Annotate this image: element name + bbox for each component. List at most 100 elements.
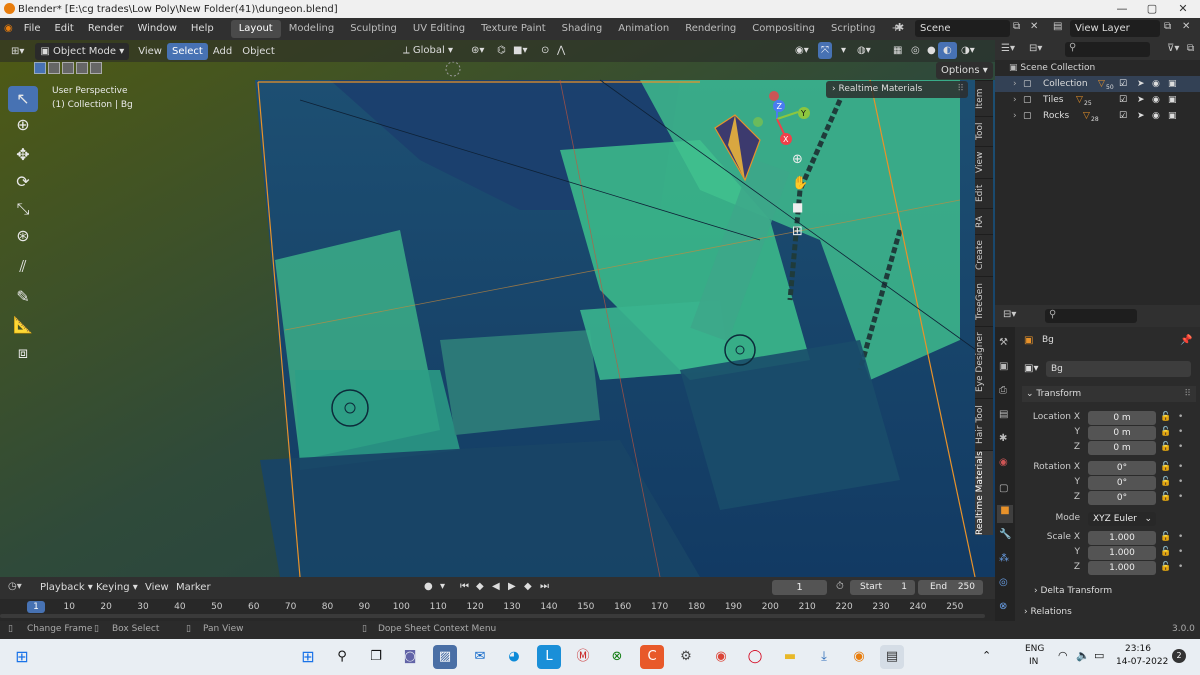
tab-ra[interactable]: RA bbox=[975, 208, 993, 234]
keyframe-dot-icon[interactable]: • bbox=[1178, 477, 1183, 487]
outliner-search-input[interactable]: ⚲ bbox=[1065, 42, 1150, 57]
app-c-icon[interactable]: C bbox=[640, 645, 664, 669]
volume-icon[interactable]: 🔈 bbox=[1076, 649, 1090, 662]
clock-time[interactable]: 23:16 bbox=[1125, 644, 1151, 654]
pan-hand-icon[interactable]: ✋ bbox=[792, 176, 808, 191]
task-view-icon[interactable]: ❐ bbox=[364, 645, 388, 669]
select-new-icon[interactable] bbox=[34, 62, 46, 74]
object-mode-dropdown[interactable]: ▣ Object Mode ▾ bbox=[35, 42, 130, 60]
start-frame-field[interactable]: Start 1 bbox=[850, 580, 915, 595]
active-app-icon[interactable]: ▤ bbox=[880, 645, 904, 669]
play-reverse-icon[interactable]: ◀ bbox=[492, 581, 500, 592]
settings-gear-icon[interactable]: ⚙ bbox=[674, 645, 698, 669]
object-tab-icon[interactable]: ■ bbox=[997, 505, 1013, 523]
end-frame-field[interactable]: End 250 bbox=[918, 580, 983, 595]
menu-object[interactable]: Object bbox=[237, 43, 280, 60]
overlay-toggle-icon[interactable]: ◍▾ bbox=[852, 42, 876, 59]
tab-shading[interactable]: Shading bbox=[554, 20, 611, 38]
start-menu-icon[interactable]: ⊞ bbox=[296, 645, 320, 669]
keyframe-dot-icon[interactable]: • bbox=[1178, 492, 1183, 502]
navigation-gizmo[interactable]: Z Y X bbox=[750, 88, 810, 148]
lock-icon[interactable]: 🔓 bbox=[1160, 442, 1171, 452]
delta-transform-section[interactable]: › Delta Transform bbox=[1034, 586, 1112, 596]
snap-target-icon[interactable]: ■▾ bbox=[508, 42, 532, 59]
scene-collection-row[interactable]: ▣ Scene Collection bbox=[995, 60, 1200, 76]
perspective-grid-icon[interactable]: ⊞ bbox=[792, 224, 803, 239]
lock-icon[interactable]: 🔓 bbox=[1160, 412, 1171, 422]
keyframe-dot-icon[interactable]: • bbox=[1178, 412, 1183, 422]
language-indicator[interactable]: ENG bbox=[1025, 644, 1044, 654]
mail-icon[interactable]: ✉ bbox=[468, 645, 492, 669]
edge-icon[interactable]: ◕ bbox=[502, 645, 526, 669]
expand-arrow-icon[interactable]: › bbox=[1013, 108, 1017, 124]
tab-uv-editing[interactable]: UV Editing bbox=[405, 20, 473, 38]
new-scene-icon[interactable]: ⧉ bbox=[1013, 21, 1020, 32]
eye-icon[interactable]: ◉ bbox=[1152, 76, 1160, 92]
notification-badge[interactable]: 2 bbox=[1172, 649, 1186, 663]
object-name-field[interactable]: Bg bbox=[1046, 361, 1191, 377]
scale-tool[interactable]: ⤡ bbox=[8, 196, 38, 222]
outliner-item-collection[interactable]: › ▢ Collection ▽ 50 ☑ ➤ ◉ ▣ bbox=[995, 76, 1200, 92]
rotation-y-field[interactable]: 0° bbox=[1088, 476, 1156, 490]
display-mode-icon[interactable]: ⊟▾ bbox=[1029, 43, 1042, 54]
tab-rendering[interactable]: Rendering bbox=[677, 20, 744, 38]
select-extend-icon[interactable] bbox=[48, 62, 60, 74]
location-x-field[interactable]: 0 m bbox=[1088, 411, 1156, 425]
tab-modeling[interactable]: Modeling bbox=[281, 20, 343, 38]
lock-icon[interactable]: 🔓 bbox=[1160, 477, 1171, 487]
add-cube-tool[interactable]: ⧈ bbox=[8, 340, 38, 366]
delete-view-layer-icon[interactable]: ✕ bbox=[1182, 21, 1190, 32]
3d-viewport[interactable] bbox=[0, 40, 995, 577]
properties-search-input[interactable]: ⚲ bbox=[1045, 309, 1137, 323]
rotation-mode-dropdown[interactable]: XYZ Euler ⌄ bbox=[1088, 512, 1156, 526]
exclude-checkbox[interactable]: ☑ bbox=[1119, 76, 1127, 92]
pivot-point-icon[interactable]: ⊛▾ bbox=[466, 42, 489, 59]
keyframe-dot-icon[interactable]: • bbox=[1178, 562, 1183, 572]
scene-selector[interactable]: Scene bbox=[915, 20, 1010, 37]
physics-tab-icon[interactable]: ◎ bbox=[999, 577, 1008, 588]
drag-handle-icon[interactable]: ⠿ bbox=[957, 81, 964, 98]
tab-treegen[interactable]: TreeGen bbox=[975, 276, 993, 326]
selectable-icon[interactable]: ➤ bbox=[1137, 108, 1145, 124]
properties-editor-icon[interactable]: ⊟▾ bbox=[1003, 309, 1016, 320]
wifi-icon[interactable]: ◠ bbox=[1058, 649, 1068, 662]
stopwatch-icon[interactable]: ⏱ bbox=[836, 581, 844, 592]
xbox-icon[interactable]: ⊗ bbox=[605, 645, 629, 669]
select-intersect-icon[interactable] bbox=[90, 62, 102, 74]
menu-view[interactable]: View bbox=[133, 43, 167, 60]
current-frame-field[interactable]: 1 bbox=[772, 580, 827, 595]
view-layer-selector[interactable]: View Layer bbox=[1070, 20, 1160, 37]
tab-create[interactable]: Create bbox=[975, 234, 993, 276]
particles-tab-icon[interactable]: ⁂ bbox=[999, 553, 1009, 564]
gizmo-toggle-icon[interactable]: ⤧ bbox=[818, 42, 832, 59]
lock-icon[interactable]: 🔓 bbox=[1160, 547, 1171, 557]
record-options-icon[interactable]: ▾ bbox=[440, 581, 445, 592]
tab-tool[interactable]: Tool bbox=[975, 116, 993, 146]
tray-chevron-icon[interactable]: ⌃ bbox=[982, 649, 991, 662]
selectable-icon[interactable]: ➤ bbox=[1137, 92, 1145, 108]
tab-animation[interactable]: Animation bbox=[610, 20, 677, 38]
shading-material-icon[interactable]: ◐ bbox=[938, 42, 957, 59]
rotation-z-field[interactable]: 0° bbox=[1088, 491, 1156, 505]
output-tab-icon[interactable]: ⎙ bbox=[999, 385, 1007, 396]
realtime-materials-panel[interactable]: › Realtime Materials ⠿ bbox=[826, 81, 968, 98]
menu-render[interactable]: Render bbox=[81, 18, 131, 40]
camera-view-icon[interactable]: ■ bbox=[792, 200, 803, 214]
clock-date[interactable]: 14-07-2022 bbox=[1116, 657, 1168, 667]
exclude-checkbox[interactable]: ☑ bbox=[1119, 92, 1127, 108]
view-layer-tab-icon[interactable]: ▤ bbox=[999, 409, 1008, 420]
filter-icon[interactable]: ⊽▾ bbox=[1167, 43, 1179, 54]
falloff-icon[interactable]: ⋀ bbox=[552, 42, 570, 59]
transform-orientation-dropdown[interactable]: ⟂ Global ▾ bbox=[398, 42, 458, 59]
menu-edit[interactable]: Edit bbox=[47, 18, 80, 40]
expand-arrow-icon[interactable]: › bbox=[1013, 76, 1017, 92]
region-indicator[interactable]: IN bbox=[1029, 657, 1038, 667]
lock-icon[interactable]: 🔓 bbox=[1160, 562, 1171, 572]
maximize-button[interactable]: ▢ bbox=[1137, 0, 1167, 18]
menu-file[interactable]: File bbox=[17, 18, 48, 40]
tab-eye-designer[interactable]: Eye Designer bbox=[975, 326, 993, 398]
visibility-icon[interactable]: ◉▾ bbox=[790, 42, 814, 59]
selectable-icon[interactable]: ➤ bbox=[1137, 76, 1145, 92]
location-z-field[interactable]: 0 m bbox=[1088, 441, 1156, 455]
opera-icon[interactable]: ◯ bbox=[743, 645, 767, 669]
